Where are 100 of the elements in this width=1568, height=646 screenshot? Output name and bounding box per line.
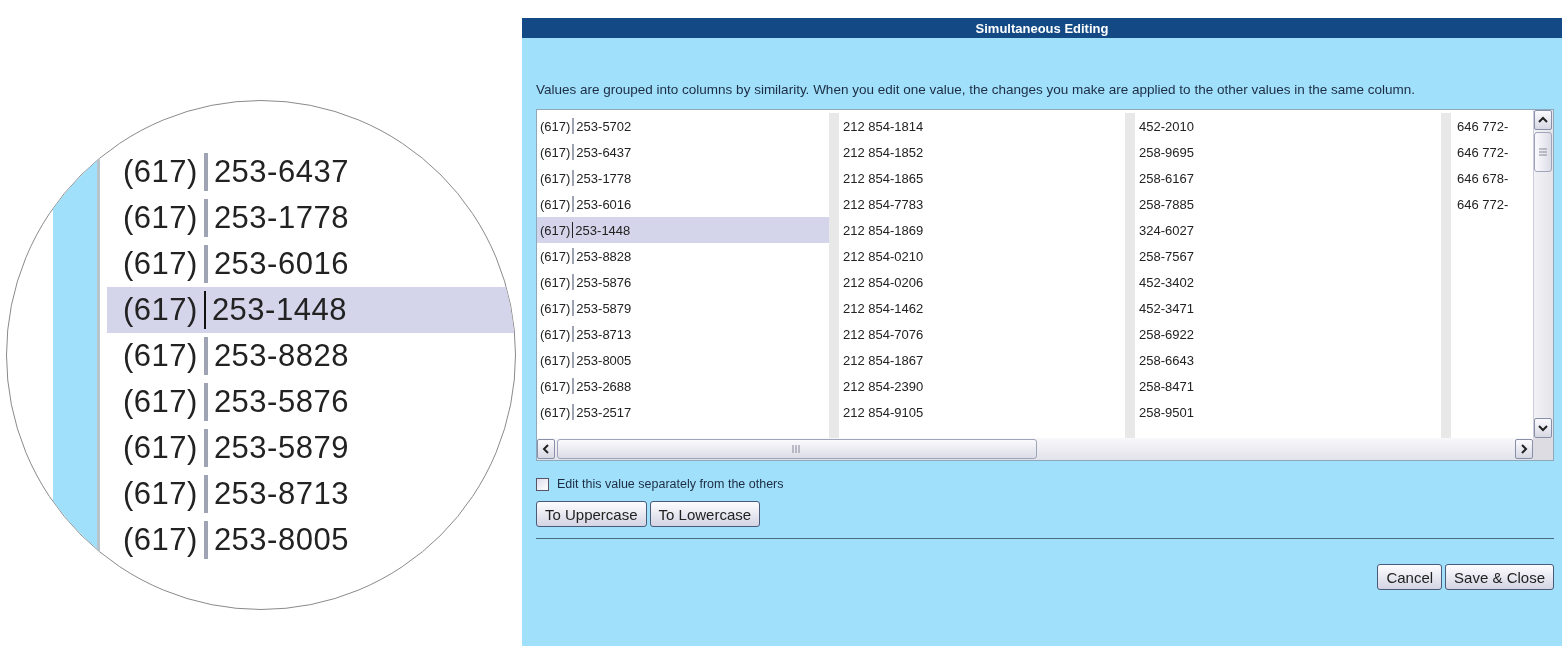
area-code: (617) (540, 300, 571, 316)
phone-number: 253-5879 (213, 430, 349, 466)
split-marker (572, 144, 575, 160)
value-cell: 452-3402 (1139, 274, 1194, 290)
horizontal-scrollbar[interactable] (537, 438, 1533, 460)
phone-number: 253-6016 (213, 246, 349, 282)
area-code: (617) (540, 144, 571, 160)
phone-number: 253-8828 (213, 338, 349, 374)
value-cell: 258-6643 (1139, 352, 1194, 368)
value-cell: 212 854-2390 (843, 378, 924, 394)
area-code: (617) (540, 326, 571, 342)
split-marker (572, 404, 575, 420)
split-marker (572, 196, 575, 212)
phone-number: 253-6437 (576, 144, 632, 160)
value-cell: 212 854-1462 (843, 300, 924, 316)
area-code: (617) (540, 378, 571, 394)
area-code: (617) (540, 222, 571, 238)
split-marker (572, 326, 575, 342)
value-cell: 258-9695 (1139, 144, 1194, 160)
checkbox-label[interactable]: Edit this value separately from the others (557, 477, 784, 491)
scroll-thumb[interactable] (557, 439, 1037, 459)
split-marker (572, 274, 575, 290)
split-marker (572, 378, 575, 394)
scroll-left-icon[interactable] (537, 439, 555, 459)
phone-number: 253-1448 (211, 292, 347, 328)
save-button[interactable]: Save & Close (1445, 564, 1554, 590)
area-code: (617) (123, 384, 198, 420)
case-button[interactable]: To Uppercase (536, 501, 647, 527)
value-cell: 212 854-1865 (843, 170, 924, 186)
phone-number: 253-5876 (576, 274, 632, 290)
split-marker (572, 248, 575, 264)
value-row[interactable]: (617) 253-6016 (537, 191, 829, 217)
area-code: (617) (123, 246, 198, 282)
split-marker (572, 352, 575, 368)
value-row[interactable]: (617) 253-2688 (537, 373, 829, 399)
area-code: (617) (540, 248, 571, 264)
value-cell: 212 854-1852 (843, 144, 924, 160)
phone-number: 253-1778 (576, 170, 632, 186)
phone-number: 253-2517 (576, 404, 632, 420)
phone-number: 253-6437 (213, 154, 349, 190)
value-cell: 258-7567 (1139, 248, 1194, 264)
scroll-right-icon[interactable] (1515, 439, 1533, 459)
scrollbar-corner (1533, 438, 1553, 460)
phone-number: 253-2688 (576, 378, 632, 394)
area-code: (617) (540, 404, 571, 420)
value-cell: 452-3471 (1139, 300, 1194, 316)
value-cell: 258-8471 (1139, 378, 1194, 394)
value-row[interactable]: (617) 253-1778 (537, 165, 829, 191)
phone-number: 253-8713 (213, 476, 349, 512)
phone-number: 253-8005 (576, 352, 632, 368)
area-code: (617) (123, 292, 198, 328)
value-cell: 212 854-7076 (843, 326, 924, 342)
value-cell: 646 772- (1457, 196, 1509, 212)
value-row[interactable]: (617) 253-5702 (537, 113, 829, 139)
checkbox[interactable] (536, 477, 549, 491)
value-row[interactable]: (617) 253-8828 (537, 243, 829, 269)
split-marker (572, 118, 575, 134)
value-cell: 258-6167 (1139, 170, 1194, 186)
phone-number: 253-1778 (213, 200, 349, 236)
value-row[interactable]: (617) 253-8713 (537, 321, 829, 347)
value-cell: 646 772- (1457, 144, 1509, 160)
vertical-scrollbar[interactable] (1533, 110, 1553, 438)
cancel-button[interactable]: Cancel (1377, 564, 1443, 590)
value-cell: 452-2010 (1139, 118, 1194, 134)
scroll-thumb[interactable] (1534, 132, 1552, 172)
value-cell: 212 854-0206 (843, 274, 924, 290)
value-cell: 212 854-1867 (843, 352, 924, 368)
value-row[interactable]: (617) 253-1448 (537, 217, 829, 243)
split-marker (572, 170, 575, 186)
area-code: (617) (540, 274, 571, 290)
value-cell: 646 678- (1457, 170, 1509, 186)
value-cell: 646 772- (1457, 118, 1509, 134)
description-text: Values are grouped into columns by similarity. When you edit one value, the changes you make are applied to the other values in the same column. (536, 82, 1416, 97)
value-row[interactable]: (617) 253-2517 (537, 399, 829, 425)
value-cell: 212 854-9105 (843, 404, 924, 420)
value-cell: 258-7885 (1139, 196, 1194, 212)
scroll-down-icon[interactable] (1534, 418, 1552, 438)
phone-number: 253-5702 (576, 118, 632, 134)
value-row[interactable]: (617) 253-5876 (537, 269, 829, 295)
value-cell: 324-6027 (1139, 222, 1194, 238)
area-code: (617) (123, 154, 198, 190)
value-row[interactable]: (617) 253-8005 (537, 347, 829, 373)
window-title: Simultaneous Editing (522, 18, 1562, 38)
phone-number: 253-8828 (576, 248, 632, 264)
value-row[interactable]: (617) 253-6437 (537, 139, 829, 165)
value-row[interactable]: (617) 253-5879 (537, 295, 829, 321)
case-button[interactable]: To Lowercase (649, 501, 761, 527)
area-code: (617) (540, 196, 571, 212)
phone-number: 253-6016 (576, 196, 632, 212)
phone-number: 253-5879 (576, 300, 632, 316)
area-code: (617) (123, 476, 198, 512)
value-cell: 212 854-0210 (843, 248, 924, 264)
area-code: (617) (540, 170, 571, 186)
area-code: (617) (123, 200, 198, 236)
area-code: (617) (123, 430, 198, 466)
value-cell: 258-9501 (1139, 404, 1194, 420)
scroll-up-icon[interactable] (1534, 110, 1552, 130)
area-code: (617) (540, 118, 571, 134)
area-code: (617) (123, 522, 198, 558)
phone-number: 253-8713 (576, 326, 632, 342)
